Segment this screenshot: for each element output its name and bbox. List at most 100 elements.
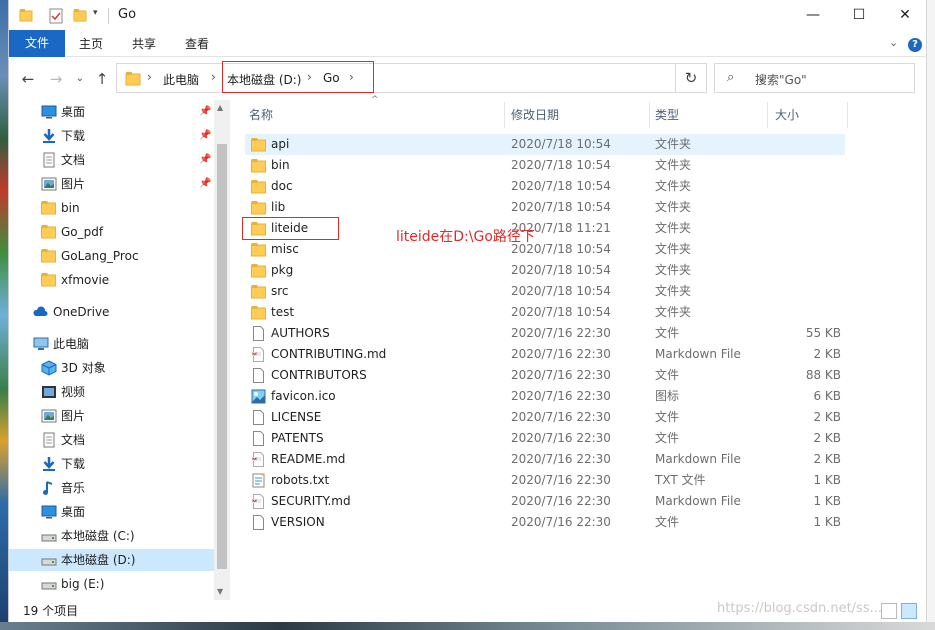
file-row[interactable]: CONTRIBUTING.md 2020/7/16 22:30 Markdown F… [245, 344, 845, 365]
tab-share[interactable]: 共享 [126, 32, 162, 56]
scrollbar-thumb[interactable] [217, 144, 227, 569]
navigation-scrollbar[interactable]: ▲ ▼ [214, 100, 230, 600]
videos-icon [41, 384, 57, 400]
sidebar-item-pc-8[interactable]: 本地磁盘 (D:) [9, 549, 214, 571]
customize-toolbar-chevron-icon[interactable]: ▾ [93, 8, 103, 24]
sidebar-item-pc-2[interactable]: 图片 [9, 405, 214, 427]
drive-icon [41, 576, 57, 592]
sidebar-item-xfmovie[interactable]: xfmovie [9, 269, 214, 291]
file-row[interactable]: README.md 2020/7/16 22:30 Markdown File 2 K… [245, 449, 845, 470]
sidebar-item-pc-7[interactable]: 本地磁盘 (C:) [9, 525, 214, 547]
sidebar-item-pc-1[interactable]: 视频 [9, 381, 214, 403]
recent-locations-chevron-icon[interactable]: ⌄ [69, 68, 91, 90]
desktop-background-bottom [0, 622, 935, 630]
pin-icon[interactable]: 📌 [199, 101, 211, 123]
file-row[interactable]: CONTRIBUTORS 2020/7/16 22:30 文件 88 KB [245, 365, 845, 386]
title-divider [108, 8, 109, 24]
file-modified: 2020/7/16 22:30 [511, 473, 611, 487]
sidebar-item-golang-proc[interactable]: GoLang_Proc [9, 245, 214, 267]
tab-file[interactable]: 文件 [9, 30, 65, 57]
file-row[interactable]: pkg 2020/7/18 10:54 文件夹 [245, 260, 845, 281]
file-row[interactable]: PATENTS 2020/7/16 22:30 文件 2 KB [245, 428, 845, 449]
minimize-button[interactable]: — [790, 0, 836, 30]
file-row[interactable]: VERSION 2020/7/16 22:30 文件 1 KB [245, 512, 845, 533]
file-name: bin [271, 158, 290, 172]
music-icon [41, 480, 57, 496]
sidebar-item-pc-4[interactable]: 下载 [9, 453, 214, 475]
sidebar-item-pc-3[interactable]: 文档 [9, 429, 214, 451]
sidebar-item-bin[interactable]: bin [9, 197, 214, 219]
cloud-icon [33, 304, 49, 320]
column-divider[interactable] [847, 102, 848, 128]
file-row[interactable]: lib 2020/7/18 10:54 文件夹 [245, 197, 845, 218]
sidebar-item-pc-0[interactable]: 3D 对象 [9, 357, 214, 379]
column-divider[interactable] [649, 102, 650, 128]
file-modified: 2020/7/16 22:30 [511, 389, 611, 403]
file-size: 2 KB [813, 431, 841, 445]
help-icon[interactable]: ? [908, 38, 922, 52]
maximize-button[interactable]: ☐ [836, 0, 882, 30]
search-placeholder: 搜索"Go" [755, 73, 807, 87]
file-row[interactable]: misc 2020/7/18 10:54 文件夹 [245, 239, 845, 260]
sidebar-item-quick-3[interactable]: 图片 📌 [9, 173, 214, 195]
sidebar-item-quick-2[interactable]: 文档 📌 [9, 149, 214, 171]
file-row[interactable]: test 2020/7/18 10:54 文件夹 [245, 302, 845, 323]
details-view-icon[interactable] [881, 603, 897, 619]
column-divider[interactable] [504, 102, 505, 128]
file-size: 2 KB [813, 452, 841, 466]
file-row[interactable]: doc 2020/7/18 10:54 文件夹 [245, 176, 845, 197]
column-header-modified[interactable]: 修改日期 [511, 103, 559, 127]
scroll-up-arrow-icon[interactable]: ▲ [217, 103, 223, 112]
file-row[interactable]: api 2020/7/18 10:54 文件夹 [245, 134, 845, 155]
file-row[interactable]: LICENSE 2020/7/16 22:30 文件 2 KB [245, 407, 845, 428]
column-header-size[interactable]: 大小 [775, 103, 799, 127]
file-name: doc [271, 179, 293, 193]
close-button[interactable]: ✕ [882, 0, 928, 30]
scroll-down-arrow-icon[interactable]: ▼ [217, 587, 223, 596]
file-row[interactable]: SECURITY.md 2020/7/16 22:30 Markdown File 1… [245, 491, 845, 512]
expand-ribbon-chevron-icon[interactable]: ⌄ [889, 36, 898, 49]
search-box[interactable]: ⌕ 搜索"Go" [714, 63, 915, 93]
sidebar-item-pc-5[interactable]: 音乐 [9, 477, 214, 499]
folder-icon [41, 272, 57, 288]
forward-arrow-icon[interactable]: → [45, 68, 67, 90]
pin-icon[interactable]: 📌 [199, 149, 211, 171]
refresh-icon[interactable]: ↻ [675, 63, 707, 93]
file-row[interactable]: AUTHORS 2020/7/16 22:30 文件 55 KB [245, 323, 845, 344]
address-bar[interactable]: › 此电脑 › 本地磁盘 (D:) › Go › ⌄ [116, 63, 766, 93]
breadcrumb-separator[interactable]: › [147, 70, 152, 84]
pin-icon[interactable]: 📌 [199, 125, 211, 147]
breadcrumb-separator[interactable]: › [211, 70, 216, 84]
new-folder-icon[interactable] [73, 8, 87, 24]
folder-icon [251, 137, 266, 152]
folder-icon [125, 70, 141, 89]
column-divider[interactable] [767, 102, 768, 128]
up-arrow-icon[interactable]: ↑ [91, 68, 113, 90]
file-name: AUTHORS [271, 326, 330, 340]
sidebar-item-quick-0[interactable]: 桌面 📌 [9, 101, 214, 123]
tab-home[interactable]: 主页 [73, 32, 109, 56]
breadcrumb-this-pc[interactable]: 此电脑 [163, 71, 199, 88]
sidebar-item-quick-1[interactable]: 下载 📌 [9, 125, 214, 147]
column-header-type[interactable]: 类型 [655, 103, 679, 127]
file-row[interactable]: favicon.ico 2020/7/16 22:30 图标 6 KB [245, 386, 845, 407]
file-modified: 2020/7/16 22:30 [511, 452, 611, 466]
sidebar-item-go-pdf[interactable]: Go_pdf [9, 221, 214, 243]
column-header-name[interactable]: 名称 [249, 103, 273, 127]
properties-icon[interactable] [49, 8, 63, 24]
file-row[interactable]: bin 2020/7/18 10:54 文件夹 [245, 155, 845, 176]
file-row[interactable]: src 2020/7/18 10:54 文件夹 [245, 281, 845, 302]
tab-view[interactable]: 查看 [179, 32, 215, 56]
nav-item-onedrive[interactable]: OneDrive [9, 301, 214, 323]
file-row[interactable]: robots.txt 2020/7/16 22:30 TXT 文件 1 KB [245, 470, 845, 491]
back-arrow-icon[interactable]: ← [17, 68, 39, 90]
sidebar-item-pc-9[interactable]: big (E:) [9, 573, 214, 595]
nav-item-this-pc[interactable]: 此电脑 [9, 333, 214, 355]
folder-icon[interactable] [19, 8, 33, 24]
large-icons-view-icon[interactable] [901, 603, 917, 619]
sidebar-item-pc-6[interactable]: 桌面 [9, 501, 214, 523]
sidebar-item-label: 下载 [61, 457, 86, 471]
pin-icon[interactable]: 📌 [199, 173, 211, 195]
file-type: 文件夹 [655, 179, 692, 193]
search-icon: ⌕ [727, 70, 735, 85]
